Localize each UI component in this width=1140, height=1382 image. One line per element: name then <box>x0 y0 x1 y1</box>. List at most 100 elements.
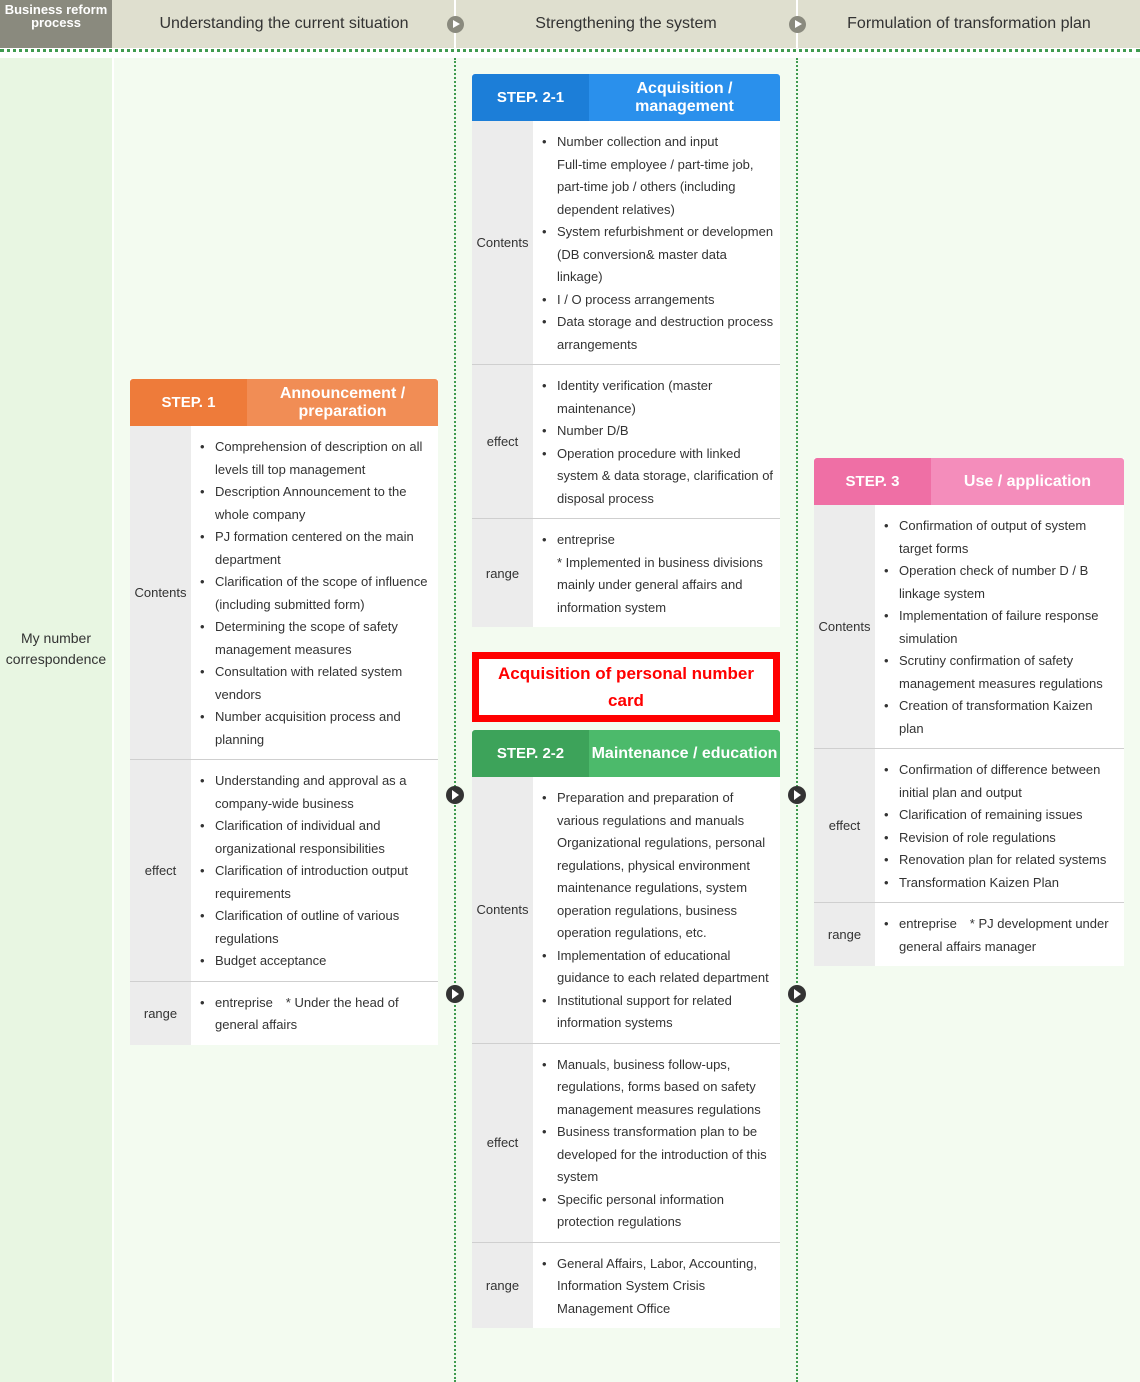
bullet-item: Manuals, business follow-ups, regulation… <box>539 1054 774 1122</box>
section-label: Contents <box>472 777 533 1043</box>
bullet-list: Understanding and approval as a company-… <box>197 770 432 973</box>
bullet-item: Consultation with related system vendors <box>197 661 432 706</box>
bullet-item: Comprehension of description on all leve… <box>197 436 432 481</box>
bullet-item: Clarification of outline of various regu… <box>197 905 432 950</box>
section-body: Preparation and preparation of various r… <box>533 777 780 1043</box>
section-label: range <box>472 1242 533 1328</box>
section-contents: ContentsConfirmation of output of system… <box>814 505 1124 749</box>
bullet-item: Data storage and destruction process arr… <box>539 311 774 356</box>
bullet-item: Description Announcement to the whole co… <box>197 481 432 526</box>
flow-arrow-icon <box>446 985 464 1003</box>
flow-arrow-icon <box>446 786 464 804</box>
bullet-item: System refurbishment or developmen(DB co… <box>539 221 774 289</box>
section-body: entreprise* Implemented in business divi… <box>533 519 780 627</box>
section-contents: ContentsPreparation and preparation of v… <box>472 777 780 1044</box>
section-effect: effectIdentity verification (master main… <box>472 365 780 519</box>
bullet-list: Number collection and inputFull-time emp… <box>539 131 774 356</box>
bullet-item: I / O process arrangements <box>539 289 774 312</box>
bullet-item: entreprise * PJ development under genera… <box>881 913 1118 958</box>
bullet-list: Confirmation of output of system target … <box>881 515 1118 740</box>
play-arrow-icon <box>789 16 806 33</box>
bullet-item: Revision of role regulations <box>881 827 1118 850</box>
bullet-item: Operation check of number D / B linkage … <box>881 560 1118 605</box>
step-id: STEP. 1 <box>130 379 247 426</box>
bullet-item: Number acquisition process and planning <box>197 706 432 751</box>
bullet-item: Implementation of failure response simul… <box>881 605 1118 650</box>
section-label: effect <box>130 760 191 981</box>
bullet-list: Identity verification (master maintenanc… <box>539 375 774 510</box>
bullet-list: entreprise * Under the head of general a… <box>197 992 432 1037</box>
section-body: Understanding and approval as a company-… <box>191 760 438 981</box>
step-id: STEP. 2-1 <box>472 74 589 121</box>
bullet-item: PJ formation centered on the main depart… <box>197 526 432 571</box>
step-title: Acquisition / management <box>589 74 780 121</box>
bullet-list: General Affairs, Labor, Accounting, Info… <box>539 1253 774 1321</box>
bullet-item: Budget acceptance <box>197 950 432 973</box>
bullet-list: Confirmation of difference between initi… <box>881 759 1118 894</box>
section-label: Contents <box>130 426 191 759</box>
bullet-list: Preparation and preparation of various r… <box>539 787 774 1035</box>
phase-understanding: Understanding the current situation <box>159 15 409 32</box>
section-body: Manuals, business follow-ups, regulation… <box>533 1043 780 1242</box>
bullet-item: Identity verification (master maintenanc… <box>539 375 774 420</box>
section-label: range <box>472 519 533 627</box>
section-body: General Affairs, Labor, Accounting, Info… <box>533 1242 780 1328</box>
bullet-item: Creation of transformation Kaizen plan <box>881 695 1118 740</box>
step-id: STEP. 2-2 <box>472 730 589 777</box>
step-header: STEP. 3 Use / application <box>814 458 1124 505</box>
section-body: Confirmation of output of system target … <box>875 505 1124 748</box>
section-effect: effectUnderstanding and approval as a co… <box>130 760 438 982</box>
step-card-2-2: STEP. 2-2 Maintenance / education Conten… <box>472 730 780 1328</box>
step-header: STEP. 2-1 Acquisition / management <box>472 74 780 121</box>
bullet-item: Clarification of individual and organiza… <box>197 815 432 860</box>
bullet-item: Number collection and inputFull-time emp… <box>539 131 774 221</box>
step-id: STEP. 3 <box>814 458 931 505</box>
row-label-band <box>0 58 112 1382</box>
step-card-1: STEP. 1 Announcement / preparation Conte… <box>130 379 438 1045</box>
section-label: range <box>814 903 875 966</box>
bullet-list: Manuals, business follow-ups, regulation… <box>539 1054 774 1234</box>
section-label: range <box>130 981 191 1045</box>
bullet-list: entreprise* Implemented in business divi… <box>539 529 774 619</box>
section-label: effect <box>472 1043 533 1242</box>
section-effect: effectConfirmation of difference between… <box>814 749 1124 903</box>
bullet-list: Comprehension of description on all leve… <box>197 436 432 751</box>
section-contents: ContentsNumber collection and inputFull-… <box>472 121 780 365</box>
bullet-item: Transformation Kaizen Plan <box>881 872 1118 895</box>
personal-number-card-callout: Acquisition of personal number card <box>472 652 780 722</box>
bullet-list: entreprise * PJ development under genera… <box>881 913 1118 958</box>
step-header: STEP. 2-2 Maintenance / education <box>472 730 780 777</box>
bullet-item: entreprise* Implemented in business divi… <box>539 529 774 619</box>
bullet-item: Confirmation of output of system target … <box>881 515 1118 560</box>
phase-boundary-line <box>454 58 456 1382</box>
section-body: Confirmation of difference between initi… <box>875 749 1124 902</box>
bullet-item: Determining the scope of safety manageme… <box>197 616 432 661</box>
process-header-label: Business reform process <box>0 0 112 48</box>
bullet-item: Understanding and approval as a company-… <box>197 770 432 815</box>
bullet-item: Clarification of introduction output req… <box>197 860 432 905</box>
flow-arrow-icon <box>788 786 806 804</box>
step-title: Use / application <box>931 458 1124 505</box>
bullet-item: Implementation of educational guidance t… <box>539 945 774 990</box>
section-label: Contents <box>814 505 875 748</box>
phase-formulation: Formulation of transformation plan <box>847 15 1091 32</box>
bullet-item: Number D/B <box>539 420 774 443</box>
step-header: STEP. 1 Announcement / preparation <box>130 379 438 426</box>
step-title: Announcement / preparation <box>247 379 438 426</box>
section-label: effect <box>472 365 533 518</box>
phase-strengthening: Strengthening the system <box>535 15 717 32</box>
bullet-item: Renovation plan for related systems <box>881 849 1118 872</box>
section-body: entreprise * PJ development under genera… <box>875 903 1124 966</box>
section-range: rangeentreprise * PJ development under g… <box>814 903 1124 966</box>
row-label: My number correspondence <box>5 630 107 667</box>
bullet-item: Scrutiny confirmation of safety manageme… <box>881 650 1118 695</box>
step-title: Maintenance / education <box>589 730 780 777</box>
process-header: Business reform process Understanding th… <box>0 0 1140 48</box>
section-range: rangeentreprise * Under the head of gene… <box>130 981 438 1045</box>
section-body: Identity verification (master maintenanc… <box>533 365 780 518</box>
bullet-item: Institutional support for related inform… <box>539 990 774 1035</box>
section-body: Number collection and inputFull-time emp… <box>533 121 780 364</box>
bullet-item: Preparation and preparation of various r… <box>539 787 774 945</box>
bullet-item: Operation procedure with linked system &… <box>539 443 774 511</box>
section-range: rangeentreprise* Implemented in business… <box>472 519 780 627</box>
